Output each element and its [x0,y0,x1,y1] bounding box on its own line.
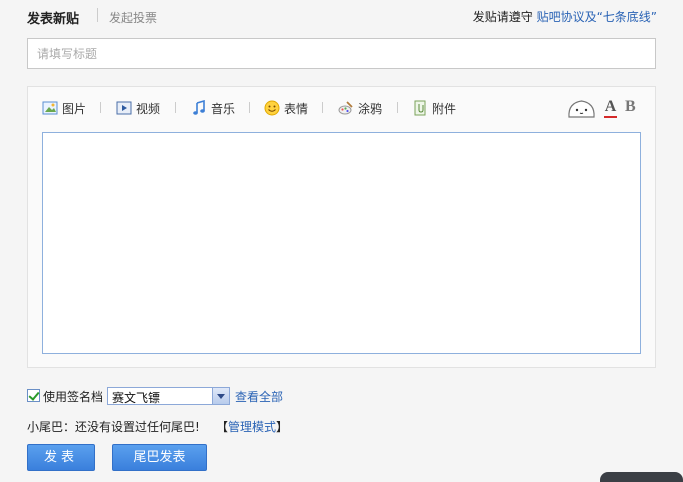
music-icon [191,99,207,116]
manage-bracket-close: 】 [276,420,289,434]
toolbar-video-button[interactable]: 视频 [116,99,160,117]
font-color-button[interactable]: A [604,99,617,119]
toolbar-emoji-label: 表情 [284,101,309,116]
video-icon [116,100,132,116]
toolbar-doodle-button[interactable]: 涂鸦 [338,99,382,117]
toolbar-attachment-label: 附件 [432,101,457,116]
start-vote-link[interactable]: 发起投票 [109,9,157,26]
toolbar-music-button[interactable]: 音乐 [191,99,235,117]
image-icon [42,100,58,116]
toolbar-image-label: 图片 [62,101,87,116]
tail-publish-button[interactable]: 尾巴发表 [112,444,207,471]
bold-glyph: B [625,98,636,115]
toolbar-music-label: 音乐 [211,101,236,116]
attachment-icon [412,100,428,116]
toolbar-image-button[interactable]: 图片 [42,99,86,117]
toolbar-attachment-button[interactable]: 附件 [412,99,456,117]
toolbar-divider [100,102,101,113]
chevron-down-icon[interactable] [212,388,229,404]
toolbar-divider [175,102,176,113]
rules-link[interactable]: 贴吧协议及“七条底线” [537,10,657,24]
toolbar-divider [249,102,250,113]
rules-prefix: 发贴请遵守 [472,10,533,24]
font-color-glyph: A [604,98,617,115]
bold-button[interactable]: B [625,99,639,117]
mascot-icon[interactable] [566,97,597,119]
toolbar-doodle-label: 涂鸦 [358,101,383,116]
title-input[interactable] [27,38,656,69]
manage-mode-link[interactable]: 管理模式 [228,420,276,434]
header-divider [97,8,98,22]
tail-status-text: 小尾巴：还没有设置过任何尾巴! [27,420,200,434]
manage-mode: 【管理模式】 [216,418,288,435]
view-all-link[interactable]: 查看全部 [235,388,283,405]
signature-label: 使用签名档 [43,390,104,404]
doodle-icon [338,100,354,116]
signature-select-value: 赛文飞镖 [112,391,161,405]
editor-content-area[interactable] [42,132,641,354]
toolbar-emoji-button[interactable]: 表情 [264,99,308,117]
signature-select[interactable]: 赛文飞镖 [107,387,230,405]
toolbar-video-label: 视频 [136,101,161,116]
font-color-swatch [604,116,617,118]
page-title: 发表新贴 [27,12,80,27]
corner-widget [600,472,683,482]
toolbar-divider [322,102,323,113]
manage-bracket-open: 【 [216,420,229,434]
publish-button[interactable]: 发表 [27,444,95,471]
signature-checkbox[interactable] [27,389,40,402]
emoji-icon [264,100,280,116]
rules-notice: 发贴请遵守 贴吧协议及“七条底线” [473,8,657,25]
toolbar-divider [397,102,398,113]
